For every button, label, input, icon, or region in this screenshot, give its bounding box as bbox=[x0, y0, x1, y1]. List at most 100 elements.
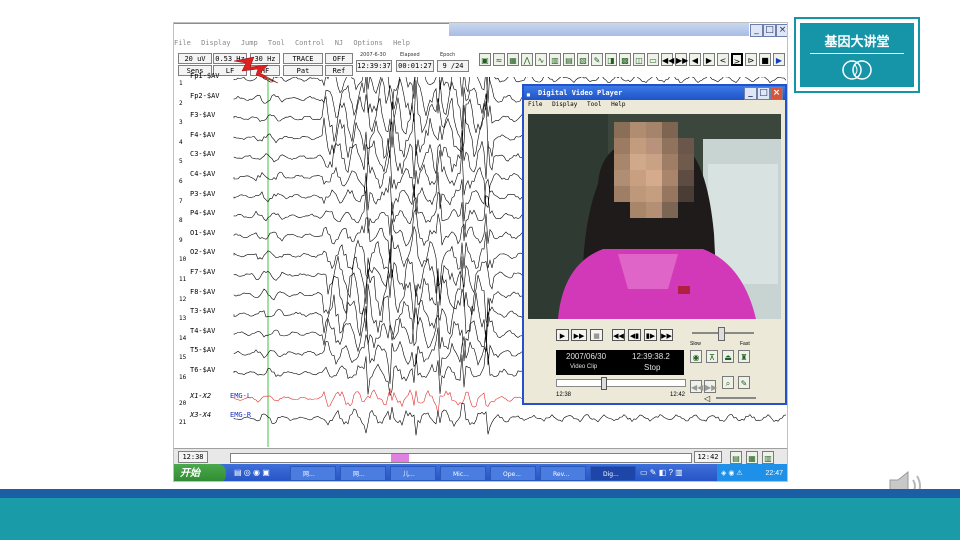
search-icon[interactable]: ⌕ bbox=[722, 376, 734, 389]
skip-forward-icon[interactable]: ▶▶ bbox=[704, 380, 717, 393]
logo-text: 基因大讲堂 bbox=[824, 35, 890, 50]
dvp-close-icon[interactable]: × bbox=[770, 87, 783, 100]
print-icon[interactable]: ▤ bbox=[563, 53, 575, 66]
range-start: 12:38 bbox=[178, 451, 208, 463]
menu-help[interactable]: Help bbox=[393, 39, 410, 47]
video-status-display: 2007/06/30 12:39:38.2 Video Clip Stop bbox=[556, 350, 684, 375]
rewind-button[interactable]: ◀◀ bbox=[612, 329, 625, 341]
skip-back-icon[interactable]: ◀◀ bbox=[690, 380, 703, 393]
scroll-track[interactable] bbox=[230, 453, 692, 463]
speaker-icon[interactable]: ◁ bbox=[704, 394, 710, 403]
video-range-end: 12:42 bbox=[670, 392, 686, 398]
tray-tool-icons[interactable]: ▭ ✎ ◧ ? ▥ bbox=[640, 468, 683, 477]
off-button[interactable]: OFF bbox=[325, 53, 353, 64]
menu-file[interactable]: File bbox=[174, 39, 191, 47]
video-player-menu: File Display Tool Help bbox=[524, 100, 785, 110]
next-frame-button[interactable]: ▮▶ bbox=[644, 329, 657, 341]
task-7[interactable]: Dig... bbox=[590, 466, 636, 481]
dvp-menu-file[interactable]: File bbox=[528, 101, 542, 108]
export-icon[interactable]: ⊼ bbox=[706, 350, 718, 363]
speed-slider-thumb[interactable] bbox=[718, 327, 725, 341]
play-icon[interactable]: ▶ bbox=[773, 53, 785, 66]
tray-icons[interactable]: ◈ ◉ ⚠ bbox=[717, 464, 743, 481]
zoom-icon[interactable]: ◫ bbox=[633, 53, 645, 66]
list-icon[interactable]: ▤ bbox=[730, 451, 742, 464]
maximize-icon[interactable]: □ bbox=[763, 24, 776, 37]
task-5[interactable]: Ope... bbox=[490, 466, 536, 481]
close-icon[interactable]: × bbox=[776, 24, 787, 37]
scroll-thumb[interactable] bbox=[391, 454, 409, 462]
play-fast-button[interactable]: ▶▶ bbox=[571, 329, 587, 341]
video-range-start: 12:38 bbox=[556, 392, 572, 398]
prev-frame-button[interactable]: ◀▮ bbox=[628, 329, 641, 341]
table-icon[interactable]: ▦ bbox=[746, 451, 758, 464]
eject-icon[interactable]: ⏏ bbox=[722, 350, 734, 363]
step-forward-icon[interactable]: ▶ bbox=[703, 53, 715, 66]
dvp-menu-tool[interactable]: Tool bbox=[587, 101, 601, 108]
jump-icon[interactable]: ⊳ bbox=[745, 53, 757, 66]
dvp-menu-help[interactable]: Help bbox=[611, 101, 625, 108]
task-6[interactable]: Rev... bbox=[540, 466, 586, 481]
prev-page-icon[interactable]: < bbox=[717, 53, 729, 66]
grid-icon[interactable]: ▩ bbox=[619, 53, 631, 66]
camera-icon[interactable]: ◉ bbox=[690, 350, 702, 363]
spike-icon[interactable]: ⋀ bbox=[521, 53, 533, 66]
video-position-track[interactable] bbox=[556, 377, 686, 390]
fast-forward-icon[interactable]: ▶▶ bbox=[675, 53, 688, 66]
menu-jump[interactable]: Jump bbox=[241, 39, 258, 47]
pat-button[interactable]: Pat bbox=[283, 65, 323, 76]
menu-nj[interactable]: NJ bbox=[335, 39, 343, 47]
stop-button[interactable]: ■ bbox=[590, 329, 603, 341]
stop-icon[interactable]: ■ bbox=[759, 53, 771, 66]
wave-icon[interactable]: ≈ bbox=[493, 53, 505, 66]
menu-display[interactable]: Display bbox=[201, 39, 231, 47]
fast-rewind-icon[interactable]: ◀◀ bbox=[661, 53, 674, 66]
trace-button[interactable]: TRACE bbox=[283, 53, 323, 64]
menu-options[interactable]: Options bbox=[353, 39, 383, 47]
task-2[interactable]: 网... bbox=[340, 466, 386, 481]
spectrum-icon[interactable]: ∿ bbox=[535, 53, 547, 66]
fast-label: Fast bbox=[740, 341, 750, 347]
volume-slider[interactable] bbox=[716, 397, 756, 399]
map-icon[interactable]: ▧ bbox=[577, 53, 589, 66]
play-button[interactable]: ▶ bbox=[556, 329, 569, 341]
dvp-minimize-icon[interactable]: _ bbox=[744, 87, 757, 100]
video-time: 12:39:38.2 bbox=[632, 352, 670, 361]
system-tray: ◈ ◉ ⚠ 22:47 bbox=[717, 464, 787, 481]
speed-slider[interactable] bbox=[692, 327, 754, 341]
task-3[interactable]: 儿... bbox=[390, 466, 436, 481]
ref-button[interactable]: Ref bbox=[325, 65, 353, 76]
toolbar-icons: ▣ ≈ ▦ ⋀ ∿ ▥ ▤ ▧ ✎ ◨ ▩ ◫ ▭ ◀◀ ▶▶ ◀ ▶ < > … bbox=[479, 53, 785, 67]
taskbar: 开始 ▤ ◎ ◉ ▣ 网... 网... 儿... Mic... Ope... … bbox=[174, 464, 787, 481]
note-icon[interactable]: ✎ bbox=[591, 53, 603, 66]
next-page-icon[interactable]: > bbox=[731, 53, 743, 66]
menu-control[interactable]: Control bbox=[295, 39, 325, 47]
step-back-icon[interactable]: ◀ bbox=[689, 53, 701, 66]
brand-logo: 基因大讲堂 bbox=[794, 17, 920, 93]
start-button[interactable]: 开始 bbox=[174, 464, 226, 481]
date-small: 2007-6-30 bbox=[360, 52, 386, 58]
quicklaunch-icons[interactable]: ▤ ◎ ◉ ▣ bbox=[234, 468, 270, 477]
dvp-menu-display[interactable]: Display bbox=[552, 101, 577, 108]
video-image bbox=[528, 114, 781, 319]
video-player-titlebar: ▪ Digital Video Player _ □ × bbox=[524, 86, 785, 100]
montage-icon[interactable]: ▦ bbox=[507, 53, 519, 66]
menu-tool[interactable]: Tool bbox=[268, 39, 285, 47]
person-icon[interactable]: ♜ bbox=[738, 350, 750, 363]
sens-value[interactable]: 20 uV bbox=[178, 53, 212, 64]
task-4[interactable]: Mic... bbox=[440, 466, 486, 481]
event-icon[interactable]: ▥ bbox=[762, 451, 774, 464]
dvp-maximize-icon[interactable]: □ bbox=[757, 87, 770, 100]
video-player-window: ▪ Digital Video Player _ □ × File Displa… bbox=[522, 84, 787, 405]
forward-button[interactable]: ▶▶ bbox=[660, 329, 673, 341]
pencil-icon[interactable]: ✎ bbox=[738, 376, 750, 389]
save-icon[interactable]: ▣ bbox=[479, 53, 491, 66]
app-icon: ▪ bbox=[526, 90, 531, 99]
time-scrollbar[interactable]: 12:38 12:42 ▤ ▦ ▥ bbox=[174, 448, 787, 465]
minimize-icon[interactable]: _ bbox=[750, 24, 763, 37]
task-1[interactable]: 网... bbox=[290, 466, 336, 481]
chart-icon[interactable]: ▥ bbox=[549, 53, 561, 66]
video-position-thumb[interactable] bbox=[601, 377, 607, 390]
marker-icon[interactable]: ◨ bbox=[605, 53, 617, 66]
page-icon[interactable]: ▭ bbox=[647, 53, 659, 66]
